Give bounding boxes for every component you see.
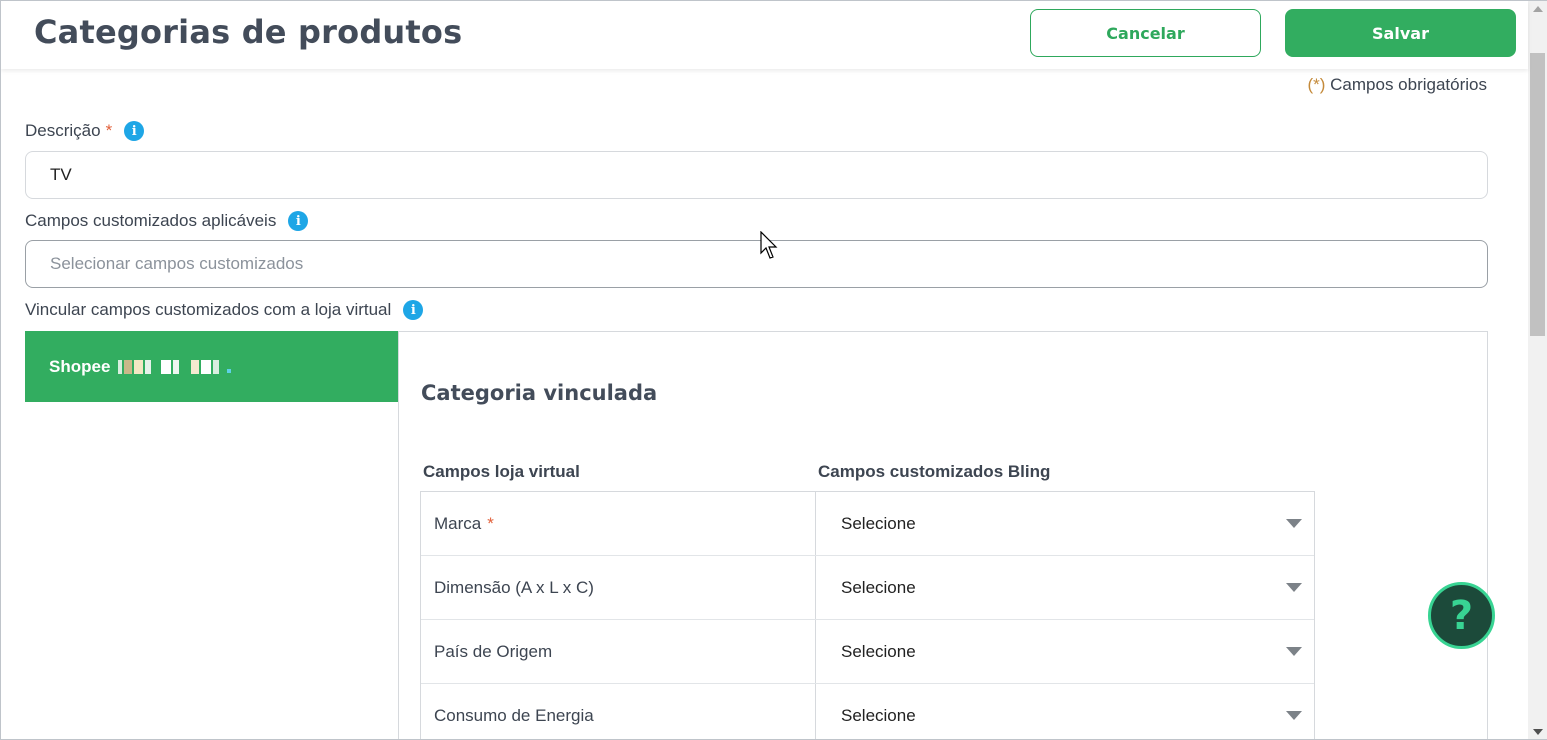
info-icon[interactable]: i: [403, 300, 424, 320]
store-field-cell: Dimensão (A x L x C): [421, 556, 816, 619]
cancel-button[interactable]: Cancelar: [1030, 9, 1261, 57]
store-field-cell: Consumo de Energia: [421, 684, 816, 739]
linked-category-title: Categoria vinculada: [421, 381, 658, 405]
select-value: Selecione: [841, 705, 916, 725]
store-tab-label: Shopee: [49, 356, 111, 376]
caret-down-icon: [1286, 711, 1302, 720]
store-field-name: Consumo de Energia: [434, 705, 594, 725]
required-note-text: Campos obrigatórios: [1325, 75, 1487, 94]
app-window: Categorias de produtos Cancelar Salvar (…: [0, 0, 1547, 740]
save-button[interactable]: Salvar: [1285, 9, 1516, 57]
store-field-name: País de Origem: [434, 641, 553, 661]
question-mark-icon: ?: [1449, 592, 1474, 639]
description-label: Descrição * i: [25, 121, 145, 141]
store-field-name: Dimensão (A x L x C): [434, 577, 594, 597]
store-field-cell: Marca *: [421, 492, 816, 555]
scroll-thumb[interactable]: [1530, 53, 1545, 336]
store-tab-shopee[interactable]: Shopee: [25, 331, 398, 402]
table-row: Dimensão (A x L x C) Selecione: [421, 556, 1314, 620]
store-field-cell: País de Origem: [421, 620, 816, 683]
field-mapping-table: Marca * Selecione Dimensão (A x L x C) S…: [420, 491, 1315, 739]
page-title: Categorias de produtos: [34, 13, 463, 51]
redacted-store-suffix: [116, 359, 232, 374]
description-input[interactable]: TV: [25, 151, 1488, 199]
table-row: País de Origem Selecione: [421, 620, 1314, 684]
table-row: Marca * Selecione: [421, 492, 1314, 556]
required-asterisk: *: [105, 121, 113, 140]
help-button[interactable]: ?: [1428, 582, 1495, 649]
custom-fields-label-text: Campos customizados aplicáveis: [25, 211, 277, 230]
caret-down-icon: [1286, 647, 1302, 656]
page-header: Categorias de produtos Cancelar Salvar: [1, 1, 1528, 69]
custom-fields-select[interactable]: Selecionar campos customizados: [25, 240, 1488, 288]
select-value: Selecione: [841, 641, 916, 661]
link-fields-label-text: Vincular campos customizados com a loja …: [25, 300, 392, 319]
bling-field-select[interactable]: Selecione: [816, 492, 1314, 555]
select-value: Selecione: [841, 513, 916, 533]
info-icon[interactable]: i: [124, 121, 145, 141]
mouse-cursor-icon: [760, 231, 778, 259]
scroll-up-icon[interactable]: [1533, 6, 1543, 12]
caret-down-icon: [1286, 519, 1302, 528]
bling-field-select[interactable]: Selecione: [816, 684, 1314, 739]
table-row: Consumo de Energia Selecione: [421, 684, 1314, 739]
bling-field-select[interactable]: Selecione: [816, 620, 1314, 683]
link-fields-label: Vincular campos customizados com a loja …: [25, 300, 424, 320]
column-header-store-fields: Campos loja virtual: [423, 462, 580, 481]
custom-fields-label: Campos customizados aplicáveis i: [25, 211, 309, 231]
store-list-divider: [398, 331, 399, 739]
description-label-text: Descrição: [25, 121, 101, 140]
bling-field-select[interactable]: Selecione: [816, 556, 1314, 619]
column-header-bling-fields: Campos customizados Bling: [818, 462, 1051, 481]
caret-down-icon: [1286, 583, 1302, 592]
vertical-scrollbar[interactable]: [1528, 1, 1547, 739]
required-fields-note: (*) Campos obrigatórios: [1307, 75, 1487, 95]
info-icon[interactable]: i: [288, 211, 309, 231]
select-value: Selecione: [841, 577, 916, 597]
required-note-asterisk: (*): [1307, 75, 1326, 94]
scroll-down-icon[interactable]: [1533, 729, 1543, 735]
store-field-name: Marca: [434, 513, 482, 533]
required-asterisk: *: [487, 513, 494, 533]
